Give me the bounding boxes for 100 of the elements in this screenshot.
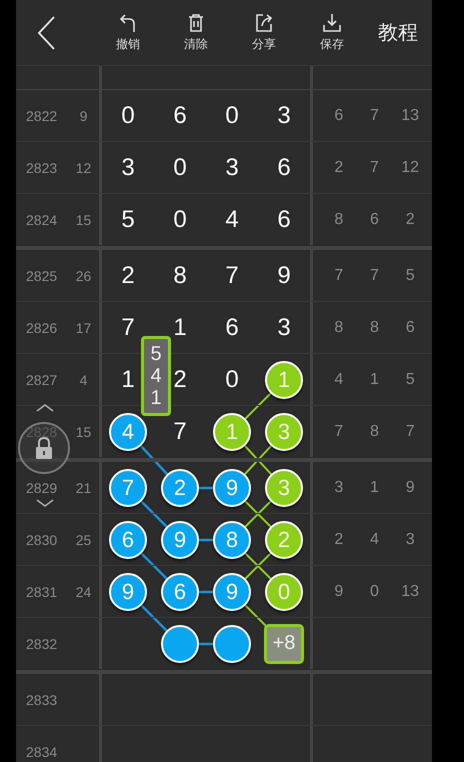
period-number: 2822 bbox=[26, 108, 58, 124]
period-number: 2823 bbox=[26, 160, 58, 176]
period-number: 2831 bbox=[26, 584, 58, 600]
stat-number: 6 bbox=[333, 106, 344, 124]
stat-number: 9 bbox=[333, 582, 344, 600]
sum-number: 15 bbox=[76, 212, 92, 228]
stat-number: 12 bbox=[400, 158, 420, 176]
sum-number: 26 bbox=[76, 268, 92, 284]
period-number: 2833 bbox=[26, 692, 58, 708]
digit-text: 6 bbox=[277, 206, 291, 234]
digit-text: 3 bbox=[121, 154, 135, 182]
caret-down-icon[interactable] bbox=[36, 499, 54, 507]
stat-number: 6 bbox=[369, 210, 380, 228]
stat-number: 6 bbox=[404, 318, 416, 336]
period-number: 2827 bbox=[26, 372, 58, 388]
stat-number: 7 bbox=[333, 422, 344, 440]
digit-text: 2 bbox=[173, 366, 187, 394]
stat-number: 8 bbox=[333, 210, 344, 228]
stat-number: 2 bbox=[404, 210, 416, 228]
digit-ball[interactable]: 9 bbox=[213, 468, 251, 506]
digit-ball[interactable]: 3 bbox=[265, 468, 303, 506]
clear-button[interactable]: 清除 bbox=[162, 12, 230, 53]
digit-ball[interactable]: 2 bbox=[161, 468, 199, 506]
stat-number: 3 bbox=[333, 478, 344, 496]
digit-text: 3 bbox=[277, 314, 291, 342]
digit-text: 8 bbox=[173, 262, 187, 290]
sum-number: 9 bbox=[80, 108, 88, 124]
stat-number: 8 bbox=[333, 318, 344, 336]
stat-number: 4 bbox=[333, 370, 344, 388]
digit-ball[interactable]: 6 bbox=[161, 572, 199, 610]
lock-button[interactable] bbox=[18, 422, 70, 474]
digit-ball[interactable]: 3 bbox=[265, 412, 303, 450]
share-icon bbox=[253, 12, 275, 34]
back-icon[interactable] bbox=[36, 14, 56, 50]
sum-number: 17 bbox=[76, 320, 92, 336]
digit-text: 6 bbox=[277, 154, 291, 182]
digit-text: 7 bbox=[121, 314, 135, 342]
digit-text: 3 bbox=[225, 154, 239, 182]
digit-ball[interactable]: 9 bbox=[213, 572, 251, 610]
share-button[interactable]: 分享 bbox=[230, 12, 298, 53]
digit-ball[interactable]: 1 bbox=[213, 412, 251, 450]
digit-ball[interactable]: 7 bbox=[109, 468, 147, 506]
stat-number: 7 bbox=[369, 266, 380, 284]
digit-ball[interactable]: 0 bbox=[265, 572, 303, 610]
digit-text: 6 bbox=[173, 102, 187, 130]
stat-number: 7 bbox=[404, 422, 416, 440]
digit-text: 7 bbox=[225, 262, 239, 290]
stat-number: 3 bbox=[404, 530, 416, 548]
stat-number: 13 bbox=[400, 582, 420, 600]
digit-text: 3 bbox=[277, 102, 291, 130]
digit-ball[interactable]: 4 bbox=[109, 412, 147, 450]
digit-text: 0 bbox=[121, 102, 135, 130]
stat-number: 5 bbox=[404, 370, 416, 388]
digit-tag[interactable]: 541 bbox=[141, 336, 171, 416]
stat-number: 7 bbox=[369, 158, 380, 176]
save-button[interactable]: 保存 bbox=[298, 12, 366, 53]
period-number: 2825 bbox=[26, 268, 58, 284]
digit-text: 1 bbox=[121, 366, 135, 394]
digit-text: 1 bbox=[173, 314, 187, 342]
digit-ball[interactable]: 6 bbox=[109, 520, 147, 558]
digit-text: 0 bbox=[225, 102, 239, 130]
stat-number: 0 bbox=[369, 582, 380, 600]
digit-ball[interactable]: 2 bbox=[265, 520, 303, 558]
digit-text: 4 bbox=[225, 206, 239, 234]
period-number: 2824 bbox=[26, 212, 58, 228]
digit-text: 0 bbox=[173, 154, 187, 182]
digit-text: 5 bbox=[121, 206, 135, 234]
stat-number: 2 bbox=[333, 530, 344, 548]
digit-ball[interactable] bbox=[161, 624, 199, 662]
digit-ball[interactable] bbox=[213, 624, 251, 662]
count-badge[interactable]: +8 bbox=[264, 624, 304, 664]
period-number: 2834 bbox=[26, 744, 58, 760]
digit-text: 0 bbox=[173, 206, 187, 234]
stat-number: 9 bbox=[404, 478, 416, 496]
sum-number: 12 bbox=[76, 160, 92, 176]
digit-ball[interactable]: 1 bbox=[265, 360, 303, 398]
stat-number: 1 bbox=[369, 478, 380, 496]
stat-number: 7 bbox=[369, 106, 380, 124]
sum-number: 21 bbox=[76, 480, 92, 496]
stat-number: 4 bbox=[369, 530, 380, 548]
digit-text: 2 bbox=[121, 262, 135, 290]
stat-number: 8 bbox=[369, 422, 380, 440]
tutorial-button[interactable]: 教程 bbox=[378, 19, 418, 46]
caret-up-icon[interactable] bbox=[36, 404, 54, 412]
digit-text: 7 bbox=[173, 418, 187, 446]
stat-number: 5 bbox=[404, 266, 416, 284]
sum-number: 4 bbox=[80, 372, 88, 388]
stat-number: 8 bbox=[369, 318, 380, 336]
digit-text: 6 bbox=[225, 314, 239, 342]
digit-ball[interactable]: 9 bbox=[109, 572, 147, 610]
digit-ball[interactable]: 8 bbox=[213, 520, 251, 558]
period-number: 2830 bbox=[26, 532, 58, 548]
stat-number: 13 bbox=[400, 106, 420, 124]
digit-ball[interactable]: 9 bbox=[161, 520, 199, 558]
sum-number: 24 bbox=[76, 584, 92, 600]
undo-button[interactable]: 撤销 bbox=[94, 12, 162, 53]
stat-number: 1 bbox=[369, 370, 380, 388]
stat-number: 7 bbox=[333, 266, 344, 284]
sum-number: 25 bbox=[76, 532, 92, 548]
period-number: 2826 bbox=[26, 320, 58, 336]
